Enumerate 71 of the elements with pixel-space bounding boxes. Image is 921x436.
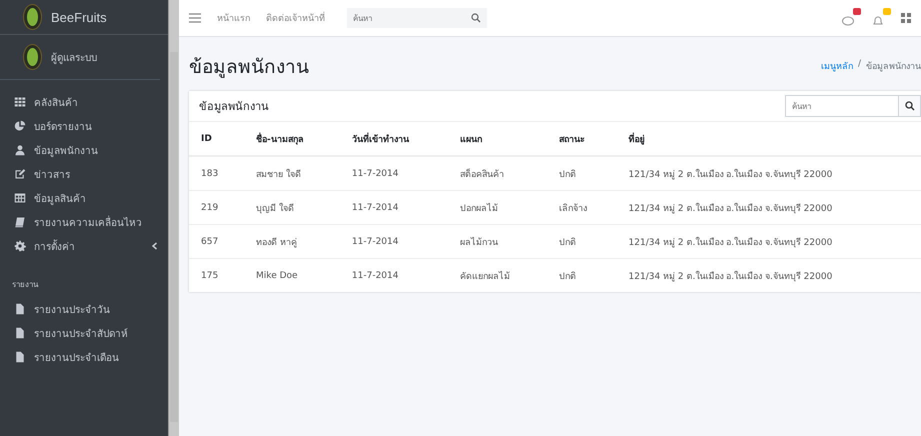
brand-name[interactable]: BeeFruits bbox=[51, 10, 107, 24]
table-cell: 183 bbox=[189, 156, 244, 190]
scrollbar[interactable] bbox=[168, 0, 179, 436]
column-header[interactable]: ID bbox=[189, 122, 244, 156]
table-cell: สมชาย ใจดี bbox=[244, 156, 340, 190]
table-cell: 11-7-2014 bbox=[340, 156, 448, 190]
menu-icon[interactable] bbox=[189, 13, 201, 23]
table-cell: ปกติ bbox=[547, 258, 617, 292]
table-cell: 11-7-2014 bbox=[340, 190, 448, 224]
user-icon bbox=[14, 144, 26, 156]
sidebar-item[interactable]: รายงานประจำสัปดาห์ bbox=[34, 326, 128, 340]
table-cell: คัดแยกผลไม้ bbox=[448, 258, 548, 292]
table-cell: ปกติ bbox=[547, 224, 617, 258]
avatar-icon bbox=[24, 45, 41, 69]
table-cell: 121/34 หมู่ 2 ต.ในเมือง อ.ในเมือง จ.จันทบุรี 22000 bbox=[616, 224, 921, 258]
card-title: ข้อมูลพนักงาน bbox=[199, 99, 269, 115]
table-cell: บุญมี ใจดี bbox=[244, 190, 340, 224]
breadcrumb-separator: / bbox=[858, 59, 861, 71]
breadcrumb-current: ข้อมูลพนักงาน bbox=[866, 60, 921, 73]
apps-icon[interactable] bbox=[901, 13, 911, 23]
table-cell: 121/34 หมู่ 2 ต.ในเมือง อ.ในเมือง จ.จันทบุรี 22000 bbox=[616, 190, 921, 224]
table-cell: ทองดี หาคู่ bbox=[244, 224, 340, 258]
bell-icon[interactable] bbox=[871, 15, 885, 27]
table-icon bbox=[14, 192, 26, 204]
table-cell: เลิกจ้าง bbox=[547, 190, 617, 224]
table-cell: สต็อคสินค้า bbox=[448, 156, 548, 190]
search-icon bbox=[904, 101, 914, 111]
table-cell: 11-7-2014 bbox=[340, 258, 448, 292]
chat-icon[interactable] bbox=[841, 15, 855, 27]
table-cell: ผลไม้กวน bbox=[448, 224, 548, 258]
sidebar-item[interactable]: ข้อมูลสินค้า bbox=[34, 190, 86, 206]
nav-link[interactable]: ติดต่อเจ้าหน้าที่ bbox=[266, 11, 325, 25]
table-cell: Mike Doe bbox=[244, 258, 340, 292]
sidebar-item[interactable]: ข่าวสาร bbox=[34, 166, 70, 182]
column-header[interactable]: สถานะ bbox=[547, 122, 617, 156]
sidebar-item[interactable]: บอร์ดรายงาน bbox=[34, 118, 92, 134]
table-cell: 11-7-2014 bbox=[340, 224, 448, 258]
sidebar-item[interactable]: รายงานประจำวัน bbox=[34, 302, 110, 316]
sidebar-item[interactable]: การตั้งค่า bbox=[34, 238, 75, 254]
sidebar-item[interactable]: รายงานความเคลื่อนไหว bbox=[34, 214, 142, 230]
table-cell: ปกติ bbox=[547, 156, 617, 190]
search-field[interactable]: ค้นหา bbox=[785, 95, 899, 117]
user-name[interactable]: ผู้ดูแลระบบ bbox=[51, 50, 97, 64]
table-cell: 175 bbox=[189, 258, 244, 292]
section-header: รายงาน bbox=[11, 279, 40, 291]
column-header[interactable]: แผนก bbox=[448, 122, 548, 156]
edit-icon bbox=[14, 168, 26, 180]
search-field[interactable]: ค้นหา bbox=[347, 8, 487, 28]
search-button[interactable] bbox=[899, 95, 921, 117]
table-cell: 121/34 หมู่ 2 ต.ในเมือง อ.ในเมือง จ.จันทบุรี 22000 bbox=[616, 156, 921, 190]
file-icon bbox=[14, 327, 26, 339]
file-icon bbox=[14, 303, 26, 315]
nav-link[interactable]: หน้าแรก bbox=[217, 11, 250, 25]
sidebar-item[interactable]: รายงานประจำเดือน bbox=[34, 350, 119, 364]
gear-icon bbox=[14, 240, 26, 252]
table-cell: 657 bbox=[189, 224, 244, 258]
file-icon bbox=[14, 351, 26, 363]
book-icon bbox=[14, 216, 26, 228]
table-cell: 121/34 หมู่ 2 ต.ในเมือง อ.ในเมือง จ.จันทบุรี 22000 bbox=[616, 258, 921, 292]
breadcrumb-link[interactable]: เมนูหลัก bbox=[820, 59, 853, 73]
pie-chart-icon bbox=[14, 120, 26, 132]
logo-icon bbox=[24, 5, 41, 29]
page-title: ข้อมูลพนักงาน bbox=[189, 55, 309, 80]
sidebar-item[interactable]: คลังสินค้า bbox=[34, 94, 78, 110]
table-cell: 219 bbox=[189, 190, 244, 224]
column-header[interactable]: วันที่เข้าทำงาน bbox=[340, 122, 448, 156]
grid-icon bbox=[14, 96, 26, 108]
sidebar-item[interactable]: ข้อมูลพนักงาน bbox=[34, 142, 98, 158]
column-header[interactable]: ที่อยู่ bbox=[616, 122, 921, 156]
column-header[interactable]: ชื่อ-นามสกุล bbox=[244, 122, 340, 156]
table-cell: ปอกผลไม้ bbox=[448, 190, 548, 224]
